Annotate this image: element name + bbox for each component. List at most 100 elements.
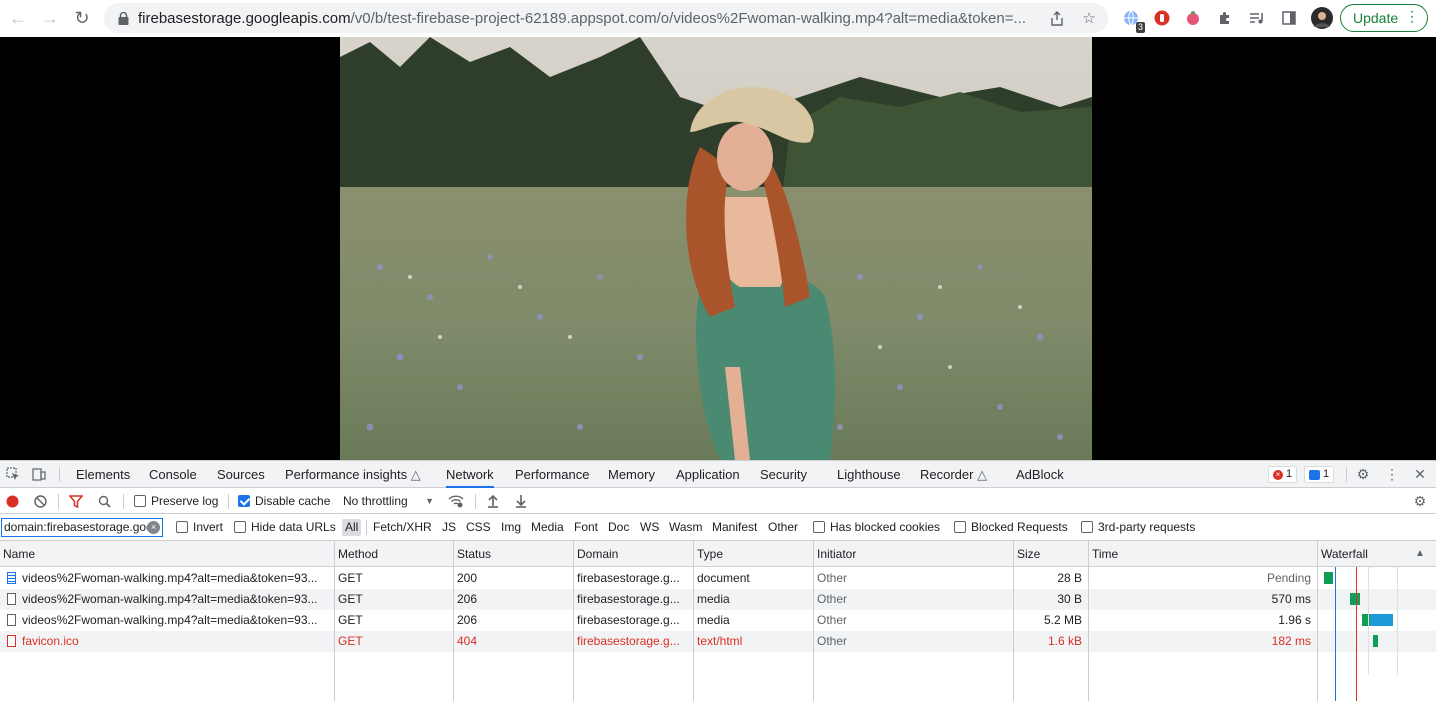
column-divider[interactable] [693, 541, 694, 701]
filter-input[interactable]: domain:firebasestorage.goo × [1, 518, 163, 537]
column-header-waterfall[interactable]: Waterfall [1318, 541, 1368, 567]
tab-application[interactable]: Application [676, 461, 740, 488]
type-filter-font[interactable]: Font [571, 519, 601, 536]
column-header-size[interactable]: Size [1014, 541, 1040, 567]
request-name-cell: videos%2Fwoman-walking.mp4?alt=media&tok… [0, 589, 334, 610]
tab-recorder[interactable]: Recorder △ [920, 461, 987, 488]
column-header-method[interactable]: Method [335, 541, 378, 567]
column-divider[interactable] [334, 541, 335, 701]
back-arrow-icon[interactable]: ← [2, 2, 34, 34]
table-row[interactable]: videos%2Fwoman-walking.mp4?alt=media&tok… [0, 610, 1436, 631]
column-header-type[interactable]: Type [694, 541, 723, 567]
tab-network[interactable]: Network [446, 461, 494, 488]
extension-raspberry-icon[interactable] [1183, 8, 1203, 28]
table-row[interactable]: favicon.ico GET 404 firebasestorage.g...… [0, 631, 1436, 652]
column-divider[interactable] [573, 541, 574, 701]
video-player[interactable] [340, 37, 1092, 460]
disable-cache-label: Disable cache [255, 494, 331, 508]
column-header-domain[interactable]: Domain [574, 541, 618, 567]
tab-console[interactable]: Console [149, 461, 197, 488]
request-type: text/html [697, 634, 743, 648]
column-divider[interactable] [1088, 541, 1089, 701]
device-toolbar-icon[interactable] [31, 466, 47, 482]
tab-adblock[interactable]: AdBlock [1016, 461, 1064, 488]
record-icon[interactable] [4, 493, 20, 509]
request-domain: firebasestorage.g... [577, 571, 680, 585]
table-row[interactable]: videos%2Fwoman-walking.mp4?alt=media&tok… [0, 568, 1436, 589]
request-type: media [697, 592, 730, 606]
tab-security[interactable]: Security [760, 461, 807, 488]
type-filter-manifest[interactable]: Manifest [709, 519, 760, 536]
import-har-icon[interactable] [485, 493, 501, 509]
load-event-marker [1356, 567, 1357, 701]
side-panel-icon[interactable] [1279, 8, 1299, 28]
lock-icon[interactable] [116, 11, 130, 25]
has-blocked-cookies-checkbox[interactable]: Has blocked cookies [813, 514, 940, 540]
request-domain: firebasestorage.g... [577, 634, 680, 648]
type-filter-img[interactable]: Img [498, 519, 524, 536]
clear-filter-icon[interactable]: × [147, 521, 160, 534]
type-filter-css[interactable]: CSS [463, 519, 494, 536]
extensions-puzzle-icon[interactable] [1215, 8, 1235, 28]
tab-memory[interactable]: Memory [608, 461, 655, 488]
column-divider[interactable] [813, 541, 814, 701]
inspect-element-icon[interactable] [5, 466, 21, 482]
tab-lighthouse[interactable]: Lighthouse [837, 461, 901, 488]
toolbar-separator [123, 494, 124, 509]
throttling-select[interactable]: No throttling ▼ [343, 488, 438, 514]
column-divider[interactable] [1317, 541, 1318, 701]
column-header-initiator[interactable]: Initiator [814, 541, 856, 567]
tab-performance[interactable]: Performance [515, 461, 589, 488]
page-viewport [0, 37, 1436, 460]
tab-sources[interactable]: Sources [217, 461, 265, 488]
close-devtools-icon[interactable]: ✕ [1412, 466, 1428, 482]
type-filter-js[interactable]: JS [439, 519, 459, 536]
table-row[interactable]: videos%2Fwoman-walking.mp4?alt=media&tok… [0, 589, 1436, 610]
update-label: Update [1353, 10, 1399, 26]
tab-performance-insights[interactable]: Performance insights △ [285, 461, 421, 488]
type-filter-doc[interactable]: Doc [605, 519, 632, 536]
filter-funnel-icon[interactable] [68, 493, 84, 509]
message-count-badge[interactable]: 1 [1304, 466, 1335, 483]
settings-gear-icon[interactable]: ⚙ [1355, 466, 1371, 482]
request-size: 1.6 kB [1047, 634, 1082, 648]
bookmark-star-icon[interactable]: ☆ [1080, 9, 1098, 27]
extension-shield-icon[interactable] [1152, 8, 1172, 28]
media-file-icon [7, 614, 16, 626]
update-button[interactable]: Update ⋮ [1340, 4, 1428, 32]
more-vert-icon[interactable]: ⋮ [1384, 466, 1400, 482]
preserve-log-checkbox[interactable]: Preserve log [134, 488, 218, 514]
column-header-name[interactable]: Name [0, 541, 35, 567]
third-party-requests-checkbox[interactable]: 3rd-party requests [1081, 514, 1195, 540]
share-icon[interactable] [1048, 9, 1066, 27]
invert-checkbox[interactable]: Invert [176, 514, 223, 540]
profile-avatar[interactable] [1310, 6, 1334, 30]
column-header-status[interactable]: Status [454, 541, 491, 567]
url-text[interactable]: firebasestorage.googleapis.com/v0/b/test… [138, 10, 1038, 27]
forward-arrow-icon[interactable]: → [34, 2, 66, 34]
column-divider[interactable] [1013, 541, 1014, 701]
network-conditions-wifi-icon[interactable] [448, 493, 464, 509]
error-count-badge[interactable]: × 1 [1268, 466, 1298, 483]
media-controls-icon[interactable] [1247, 8, 1267, 28]
clear-icon[interactable] [32, 493, 48, 509]
search-icon[interactable] [96, 493, 112, 509]
type-filter-fetch-xhr[interactable]: Fetch/XHR [370, 519, 435, 536]
export-har-icon[interactable] [513, 493, 529, 509]
type-filter-media[interactable]: Media [528, 519, 567, 536]
toolbar-separator [58, 494, 59, 509]
network-settings-gear-icon[interactable]: ⚙ [1412, 493, 1428, 509]
type-filter-wasm[interactable]: Wasm [666, 519, 706, 536]
type-filter-other[interactable]: Other [765, 519, 801, 536]
tab-elements[interactable]: Elements [76, 461, 130, 488]
extension-globe-icon[interactable]: 3 [1121, 8, 1145, 33]
column-header-time[interactable]: Time [1089, 541, 1118, 567]
hide-data-urls-checkbox[interactable]: Hide data URLs [234, 514, 336, 540]
address-bar[interactable]: firebasestorage.googleapis.com/v0/b/test… [104, 3, 1108, 33]
type-filter-ws[interactable]: WS [637, 519, 662, 536]
blocked-requests-checkbox[interactable]: Blocked Requests [954, 514, 1068, 540]
column-divider[interactable] [453, 541, 454, 701]
reload-icon[interactable]: ↻ [66, 2, 98, 34]
disable-cache-checkbox[interactable]: Disable cache [238, 488, 330, 514]
type-filter-all[interactable]: All [342, 519, 362, 536]
